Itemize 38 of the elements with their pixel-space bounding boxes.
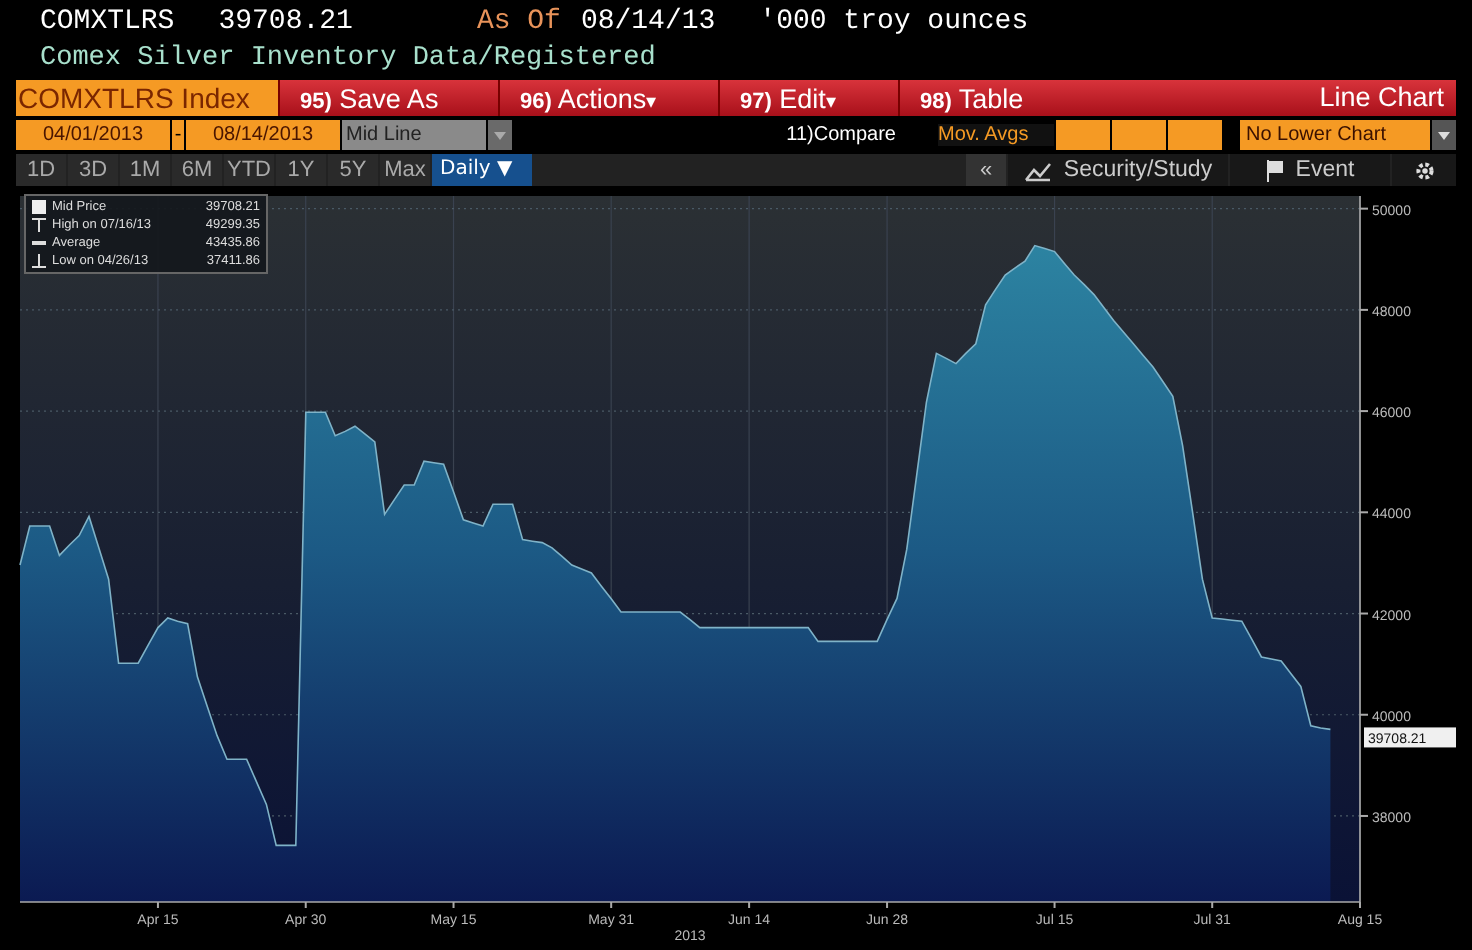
as-of-label: As Of [476,6,561,38]
security-field[interactable]: COMXTLRS Index [16,80,278,116]
moving-average-field[interactable] [1168,120,1222,150]
period-button[interactable]: YTD [224,154,274,186]
date-separator: - [172,120,184,150]
mov-avgs-label[interactable]: Mov. Avgs [938,124,1054,146]
period-button[interactable]: 6M [172,154,222,186]
chart-line-icon [1023,159,1052,181]
security-description: Comex Silver Inventory Data/Registered [40,44,656,74]
end-date-field[interactable]: 08/14/2013 [186,120,340,150]
period-button[interactable]: 1D [16,154,66,186]
period-button[interactable]: 1Y [276,154,326,186]
period-button[interactable]: 3D [68,154,118,186]
lower-chart-dropdown[interactable]: No Lower Chart [1240,120,1430,150]
units-label: '000 troy ounces [759,6,1029,38]
high-marker-icon [32,218,46,232]
collapse-button[interactable]: « [966,154,1006,186]
flag-icon [1265,159,1284,181]
chart-type-label: Line Chart [1319,80,1446,116]
ticker: COMXTLRS [40,6,175,38]
settings-button[interactable] [1392,154,1456,186]
as-of-date: 08/14/13 [580,6,716,38]
last-value: 39708.21 [218,6,353,38]
period-button[interactable]: 1M [120,154,170,186]
period-button[interactable]: Max [380,154,430,186]
event-button[interactable]: Event [1230,154,1390,186]
settings-icon [1413,159,1435,181]
start-date-field[interactable]: 04/01/2013 [16,120,170,150]
checkbox-icon[interactable] [32,200,46,214]
frequency-dropdown[interactable]: Daily ▼ [432,154,532,186]
compare-link[interactable]: 11)Compare [786,124,896,146]
average-marker-icon [32,236,46,250]
low-marker-icon [32,254,46,268]
security-study-button[interactable]: Security/Study [1008,154,1228,186]
chart-style-dropdown[interactable]: Mid Line [342,120,486,150]
moving-average-field[interactable] [1056,120,1110,150]
moving-average-field[interactable] [1112,120,1166,150]
period-button[interactable]: 5Y [328,154,378,186]
